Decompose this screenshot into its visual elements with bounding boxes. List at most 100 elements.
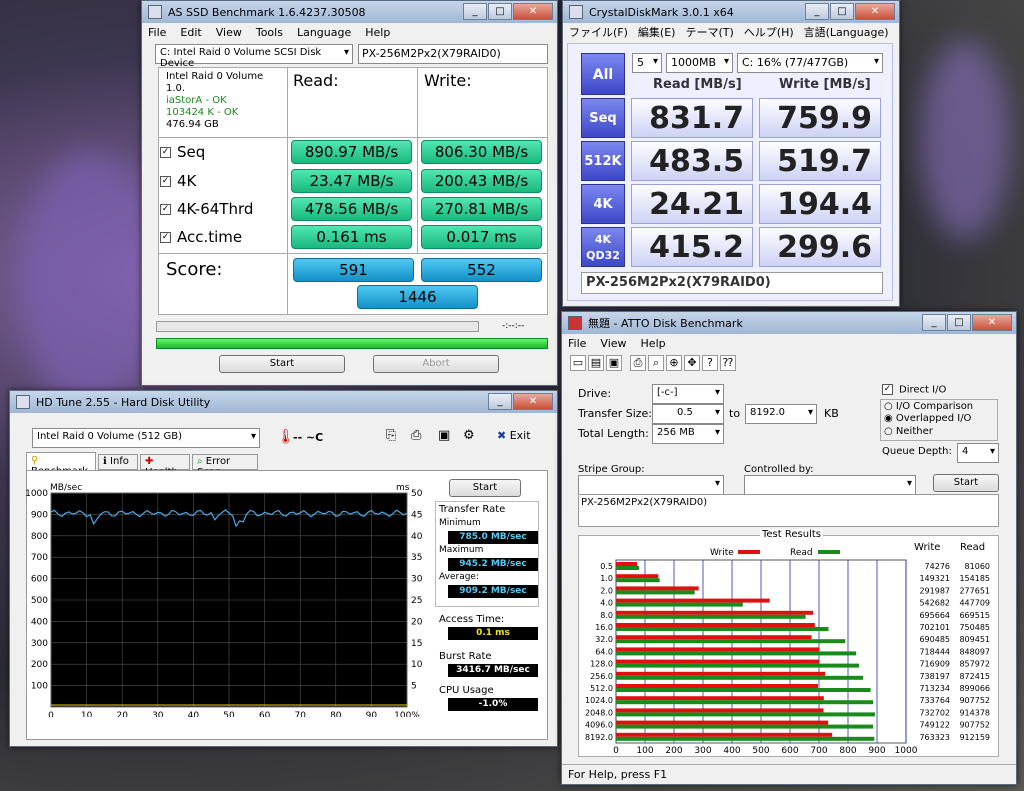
start-button[interactable]: Start [219,355,345,373]
menu-language[interactable]: 言語(Language) [804,24,889,40]
preview-icon[interactable]: ⌕ [648,355,664,371]
size-label: 64.0 [595,647,613,656]
write-bar [616,732,833,737]
checkbox[interactable]: ✓ [160,232,171,243]
transfer-size-from[interactable]: 0.5 [652,404,724,424]
maximize-icon[interactable]: □ [488,3,512,20]
runs-select[interactable]: 5 [632,53,662,73]
total-length-select[interactable]: 256 MB [652,424,724,444]
to-label: to [729,407,741,420]
minimize-icon[interactable]: _ [463,3,487,20]
row-seq: ✓ Seq [160,143,205,161]
menu-help[interactable]: Help [365,26,390,39]
tab-benchmark[interactable]: ⚲ Benchmark [26,452,96,477]
checkbox[interactable]: ✓ [160,176,171,187]
write-value: 149321 [919,574,950,583]
comment-field[interactable]: PX-256M2Px2(X79RAID0) [581,272,883,294]
menu-theme[interactable]: テーマ(T) [685,24,733,40]
maximize-icon[interactable]: □ [830,3,854,20]
move-icon[interactable]: ✥ [684,355,700,371]
drive-select[interactable]: C: 16% (77/477GB) [737,53,883,73]
zoom-icon[interactable]: ⊕ [666,355,682,371]
4kqd32-button[interactable]: 4K QD32 [581,227,625,267]
score-write: 552 [421,258,542,282]
maximum-value: 945.2 MB/sec [448,558,538,571]
write-header: Write [MB/s] [779,77,871,92]
4k-button[interactable]: 4K [581,184,625,224]
average-value: 909.2 MB/sec [448,585,538,598]
progress-bar-bottom [156,338,548,349]
menu-view[interactable]: View [216,26,242,39]
save-icon[interactable]: ▣ [438,428,450,443]
drive-select[interactable]: Intel Raid 0 Volume (512 GB) [32,428,260,448]
menu-file[interactable]: ファイル(F) [569,24,628,40]
queue-depth-select[interactable]: 4 [957,443,999,463]
all-button[interactable]: All [581,53,625,95]
minimize-icon[interactable]: _ [805,3,829,20]
start-button[interactable]: Start [449,479,521,497]
options-icon[interactable]: ⚙ [463,428,475,443]
abort-button[interactable]: Abort [373,355,499,373]
info-fw: 1.0. [166,83,186,94]
seq-write-value: 759.9 [759,98,881,138]
close-icon[interactable]: ✕ [513,393,553,410]
menu-view[interactable]: View [600,337,626,350]
close-icon[interactable]: ✕ [855,3,895,20]
4k-write-value: 194.4 [759,184,881,224]
context-help-icon[interactable]: ⁇ [720,355,736,371]
4kqd32-label: 4K [594,233,612,246]
comment-field[interactable]: PX-256M2Px2(X79RAID0) [578,494,999,527]
menu-file[interactable]: File [148,26,166,39]
read-value: 81060 [965,562,990,571]
new-icon[interactable]: ▭ [570,355,586,371]
copy2-icon[interactable]: ⎙ [411,428,421,443]
maximize-icon[interactable]: □ [947,314,971,331]
menu-edit[interactable]: 編集(E) [638,24,676,40]
neither-radio[interactable]: ○ Neither [884,426,933,437]
direct-io-checkbox[interactable]: ✓ Direct I/O [882,384,946,396]
controlled-by-select[interactable] [744,475,916,495]
checkbox[interactable]: ✓ [160,204,171,215]
close-icon[interactable]: ✕ [513,3,553,20]
io-comp-label: I/O Comparison [895,401,974,412]
transfer-size-to[interactable]: 8192.0 [745,404,817,424]
io-comparison-radio[interactable]: ○ I/O Comparison [884,401,973,412]
start-button[interactable]: Start [933,474,999,492]
menu-file[interactable]: File [568,337,586,350]
help-icon[interactable]: ? [702,355,718,371]
stripe-group-select[interactable] [578,475,724,495]
overlapped-io-radio[interactable]: ◉ Overlapped I/O [884,413,971,424]
save-icon[interactable]: ▣ [606,355,622,371]
x-tick: 40 [188,711,200,717]
progress-bar-top [156,321,479,332]
close-icon[interactable]: ✕ [972,314,1012,331]
x-tick: 200 [665,746,682,756]
minimize-icon[interactable]: _ [922,314,946,331]
copy-icon[interactable]: ⎘ [386,428,396,443]
tab-error-scan[interactable]: ⌕ Error Scan [192,454,258,478]
exit-button[interactable]: ✖ Exit [497,429,531,442]
open-icon[interactable]: ▤ [588,355,604,371]
print-icon[interactable]: ⎙ [630,355,646,371]
row-label: 4K [177,172,197,190]
drive-select[interactable]: C: Intel Raid 0 Volume SCSI Disk Device [155,44,353,69]
x-tick: 50 [223,711,235,717]
read-bar [616,688,871,692]
tab-health[interactable]: ✚ Health [140,454,190,478]
name-field[interactable]: PX-256M2Px2(X79RAID0) [358,44,548,64]
read-value: 912159 [959,733,990,742]
menu-help[interactable]: Help [641,337,666,350]
menu-language[interactable]: Language [297,26,351,39]
menu-help[interactable]: ヘルプ(H) [744,24,794,40]
512k-button[interactable]: 512K [581,141,625,181]
read-bar [616,566,639,570]
tab-info[interactable]: ℹ Info [98,454,138,470]
size-label: 0.5 [600,562,613,571]
minimize-icon[interactable]: _ [488,393,512,410]
menu-tools[interactable]: Tools [256,26,283,39]
size-select[interactable]: 1000MB [666,53,733,73]
checkbox[interactable]: ✓ [160,147,171,158]
drive-select[interactable]: [-c-] [652,384,724,404]
menu-edit[interactable]: Edit [180,26,201,39]
seq-button[interactable]: Seq [581,98,625,138]
